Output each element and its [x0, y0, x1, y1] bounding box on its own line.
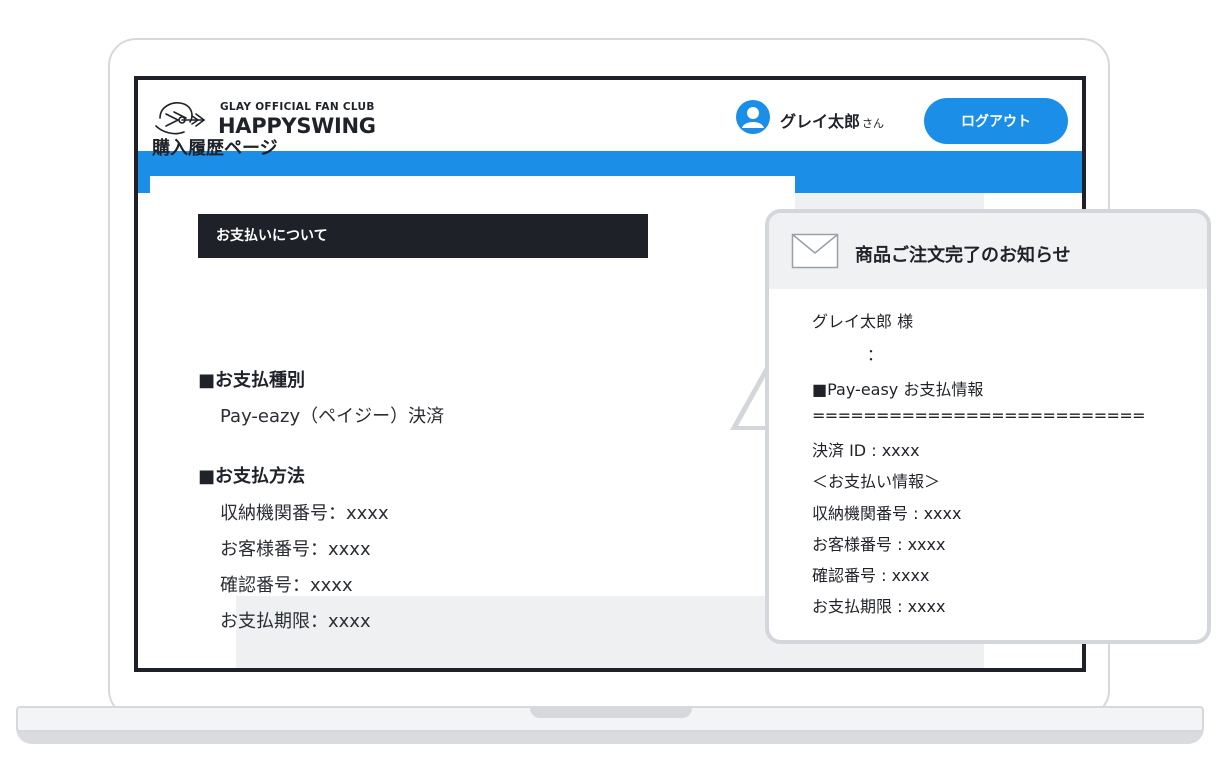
user-avatar-icon[interactable] [736, 100, 770, 134]
email-line: 決済 ID : xxxx [812, 441, 920, 460]
detail-collection-number: 収納機関番号：xxxx [220, 503, 389, 524]
section-header-payment: お支払いについて [198, 214, 648, 258]
email-line: ＜お支払い情報＞ [812, 472, 941, 491]
detail-payment-deadline: お支払期限：xxxx [220, 611, 371, 632]
email-line: グレイ太郎 様 [812, 312, 914, 331]
user-name-suffix: さん [862, 117, 885, 130]
mail-envelope-icon [791, 233, 839, 269]
brand-subtitle: GLAY OFFICIAL FAN CLUB [220, 101, 375, 113]
payment-type-heading: ■お支払種別 [198, 370, 306, 391]
popup-title: 商品ご注文完了のお知らせ [855, 245, 1071, 266]
email-line: ■Pay-easy お支払情報 [812, 380, 984, 399]
popup-header: 商品ご注文完了のお知らせ [769, 213, 1207, 289]
email-notification-popup: 商品ご注文完了のお知らせ グレイ太郎 様 ： ■Pay-easy お支払情報 =… [765, 209, 1211, 644]
email-line: お支払期限 : xxxx [812, 597, 946, 616]
user-name-text: グレイ太郎 [780, 112, 861, 131]
payment-method-heading: ■お支払方法 [198, 466, 306, 487]
email-line: 確認番号 : xxxx [812, 566, 930, 585]
email-line: 収納機関番号 : xxxx [812, 504, 962, 523]
detail-customer-number: お客様番号：xxxx [220, 539, 371, 560]
detail-confirmation-number: 確認番号：xxxx [220, 575, 353, 596]
email-line: ========================== [812, 406, 1146, 425]
laptop-notch [530, 706, 692, 718]
user-name: グレイ太郎 さん [780, 108, 884, 132]
email-line: お客様番号 : xxxx [812, 535, 946, 554]
page-title: 購入履歴ページ [152, 138, 278, 159]
payment-type-value: Pay-eazy（ペイジー）決済 [220, 406, 445, 427]
site-header: GLAY OFFICIAL FAN CLUB HAPPYSWING グレイ太郎さ… [138, 80, 1082, 151]
email-line: ： [867, 345, 884, 364]
popup-pointer [730, 362, 768, 430]
logout-button[interactable]: ログアウト [924, 98, 1068, 144]
